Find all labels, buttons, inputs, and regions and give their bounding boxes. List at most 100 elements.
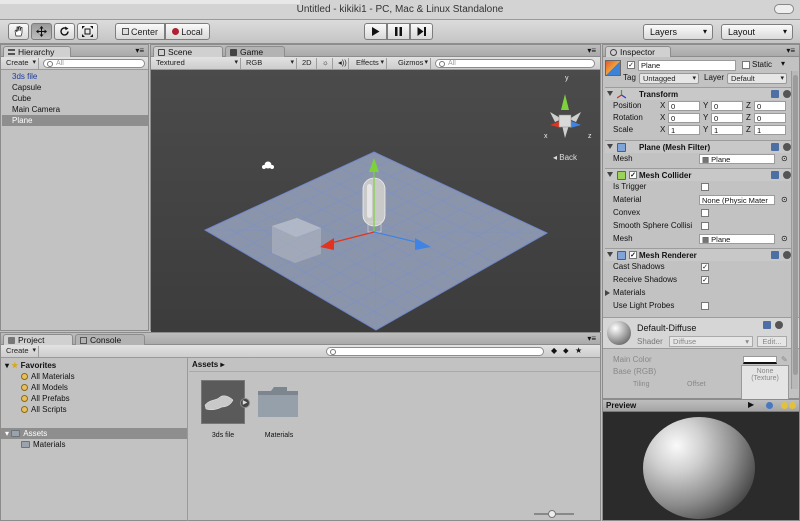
hierarchy-item-capsule[interactable]: Capsule xyxy=(2,82,148,93)
pivot-center-button[interactable]: Center xyxy=(115,23,165,40)
materials-folder-item[interactable]: Materials xyxy=(21,439,65,450)
static-checkbox[interactable] xyxy=(742,61,750,69)
material-gear-icon[interactable] xyxy=(775,321,783,329)
step-button[interactable] xyxy=(410,23,433,40)
pause-button[interactable] xyxy=(387,23,410,40)
position-z-field[interactable]: 0 xyxy=(754,101,786,111)
scene-audio-button[interactable]: ◂)) xyxy=(335,58,349,69)
tab-inspector[interactable]: Inspector xyxy=(605,46,671,57)
hierarchy-item-plane[interactable]: Plane xyxy=(2,115,148,126)
material-header[interactable]: Default-Diffuse Shader Diffuse ▾ Edit... xyxy=(603,317,799,349)
preview-play-icon[interactable]: ▶ xyxy=(748,400,754,409)
preview-light-2-icon[interactable] xyxy=(789,402,796,409)
layer-dropdown[interactable]: Default xyxy=(727,73,787,84)
tab-scene[interactable]: Scene xyxy=(153,46,223,57)
transform-header[interactable]: Transform xyxy=(605,87,797,100)
view-gizmo-y-icon[interactable] xyxy=(561,94,569,110)
position-y-field[interactable]: 0 xyxy=(711,101,743,111)
view-gizmo-center-cube[interactable] xyxy=(558,114,572,128)
rotation-x-field[interactable]: 0 xyxy=(668,113,700,123)
search-by-type-icon[interactable]: ◆ xyxy=(551,346,557,355)
collider-mesh-field[interactable]: ▦ Plane xyxy=(699,234,775,244)
gizmos-dropdown[interactable]: Gizmos xyxy=(395,58,431,69)
scene-search-input[interactable]: All xyxy=(435,59,595,68)
assets-folder-item[interactable]: ▾ Assets xyxy=(1,428,187,439)
asset-3ds-file-label[interactable]: 3ds file xyxy=(193,432,253,439)
inspector-menu-icon[interactable]: ▾≡ xyxy=(786,46,795,55)
mesh-collider-enabled-checkbox[interactable]: ✓ xyxy=(629,171,637,179)
project-search-input[interactable] xyxy=(326,347,544,356)
mesh-renderer-enabled-checkbox[interactable]: ✓ xyxy=(629,251,637,259)
favorite-all-models[interactable]: All Models xyxy=(21,382,68,393)
hand-tool-button[interactable] xyxy=(8,23,29,40)
project-create-dropdown[interactable]: Create xyxy=(3,346,39,357)
asset-materials-folder-thumbnail[interactable] xyxy=(257,386,299,418)
inspector-scrollbar[interactable] xyxy=(791,71,798,389)
scale-x-field[interactable]: 1 xyxy=(668,125,700,135)
transform-help-icon[interactable] xyxy=(771,90,779,98)
view-orientation-gizmo[interactable] xyxy=(550,94,581,138)
light-gizmo-icon[interactable] xyxy=(262,161,274,170)
thumbnail-size-thumb[interactable] xyxy=(548,510,556,518)
mesh-renderer-header[interactable]: ✓ Mesh Renderer xyxy=(605,248,797,261)
material-picker-icon[interactable]: ⊙ xyxy=(781,194,788,206)
mesh-renderer-fold-icon[interactable] xyxy=(607,252,613,257)
scale-y-field[interactable]: 1 xyxy=(711,125,743,135)
mesh-filter-mesh-field[interactable]: ▦ Plane xyxy=(699,154,775,164)
favorite-all-prefabs[interactable]: All Prefabs xyxy=(21,393,70,404)
object-active-checkbox[interactable]: ✓ xyxy=(627,61,635,69)
mesh-filter-fold-icon[interactable] xyxy=(607,144,613,149)
shader-edit-button[interactable]: Edit... xyxy=(757,336,787,347)
mesh-collider-gear-icon[interactable] xyxy=(783,171,791,179)
hierarchy-item-main-camera[interactable]: Main Camera xyxy=(2,104,148,115)
tag-dropdown[interactable]: Untagged xyxy=(639,73,699,84)
inspector-scroll-thumb[interactable] xyxy=(793,75,798,375)
favorites-header[interactable]: ▾ ★ Favorites xyxy=(5,360,56,371)
cast-shadows-checkbox[interactable]: ✓ xyxy=(701,263,709,271)
main-color-swatch[interactable] xyxy=(743,356,777,364)
save-search-icon[interactable]: ★ xyxy=(575,346,582,355)
object-name-field[interactable]: Plane xyxy=(638,60,736,71)
mesh-collider-header[interactable]: ✓ Mesh Collider xyxy=(605,168,797,181)
mesh-renderer-gear-icon[interactable] xyxy=(783,251,791,259)
base-texture-slot[interactable]: None (Texture) xyxy=(741,365,789,401)
asset-breadcrumb[interactable]: Assets ▸ xyxy=(189,358,600,372)
preview-light-icon[interactable] xyxy=(781,402,788,409)
expand-asset-icon[interactable]: ▶ xyxy=(240,398,250,408)
tab-hierarchy[interactable]: Hierarchy xyxy=(3,46,71,57)
mesh-collider-fold-icon[interactable] xyxy=(607,172,613,177)
convex-checkbox[interactable] xyxy=(701,209,709,217)
toolbar-toggle-button[interactable] xyxy=(774,4,794,14)
preview-material-sphere[interactable] xyxy=(643,417,755,519)
hierarchy-item-3ds-file[interactable]: 3ds file xyxy=(2,71,148,82)
rotate-tool-button[interactable] xyxy=(54,23,75,40)
layout-dropdown[interactable]: Layout xyxy=(721,24,793,40)
thumbnail-size-slider[interactable] xyxy=(534,510,574,518)
shading-mode-dropdown[interactable]: Textured xyxy=(153,58,241,69)
hierarchy-create-dropdown[interactable]: Create xyxy=(3,58,39,69)
favorite-all-materials[interactable]: All Materials xyxy=(21,371,75,382)
layers-dropdown[interactable]: Layers xyxy=(643,24,713,40)
effects-dropdown[interactable]: Effects xyxy=(353,58,387,69)
search-by-label-icon[interactable]: ⬥ xyxy=(563,346,569,356)
smooth-sphere-checkbox[interactable] xyxy=(701,222,709,230)
tab-console[interactable]: Console xyxy=(75,334,145,345)
mesh-filter-header[interactable]: Plane (Mesh Filter) xyxy=(605,140,797,153)
mesh-picker-icon[interactable]: ⊙ xyxy=(781,153,788,165)
mesh-filter-gear-icon[interactable] xyxy=(783,143,791,151)
tab-game[interactable]: Game xyxy=(225,46,285,57)
scale-z-field[interactable]: 1 xyxy=(754,125,786,135)
hierarchy-search-input[interactable]: All xyxy=(43,59,145,68)
transform-gear-icon[interactable] xyxy=(783,90,791,98)
is-trigger-checkbox[interactable] xyxy=(701,183,709,191)
materials-row[interactable]: Materials xyxy=(605,287,797,299)
position-x-field[interactable]: 0 xyxy=(668,101,700,111)
play-button[interactable] xyxy=(364,23,387,40)
materials-fold-icon[interactable] xyxy=(605,290,610,296)
collider-material-field[interactable]: None (Physic Mater xyxy=(699,195,775,205)
collider-mesh-picker-icon[interactable]: ⊙ xyxy=(781,233,788,245)
mode-2d-button[interactable]: 2D xyxy=(299,58,317,69)
scale-tool-button[interactable] xyxy=(77,23,98,40)
move-tool-button[interactable] xyxy=(31,23,52,40)
space-local-button[interactable]: Local xyxy=(165,23,210,40)
